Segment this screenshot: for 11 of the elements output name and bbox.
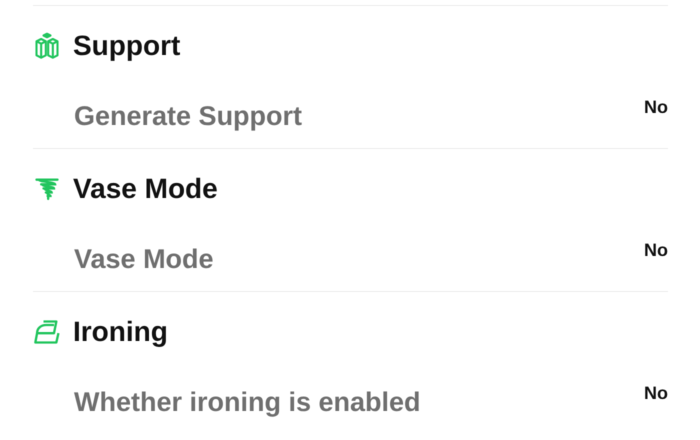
section-title: Support [73,30,180,62]
setting-label: Whether ironing is enabled [74,386,421,418]
boxes-icon [33,32,61,60]
setting-label: Vase Mode [74,243,214,275]
iron-icon [33,318,61,346]
setting-value: No [644,97,668,118]
setting-label: Generate Support [74,100,302,132]
setting-value: No [644,240,668,261]
section-title: Vase Mode [73,173,218,205]
setting-value: No [644,383,668,404]
section-title: Ironing [73,316,168,348]
